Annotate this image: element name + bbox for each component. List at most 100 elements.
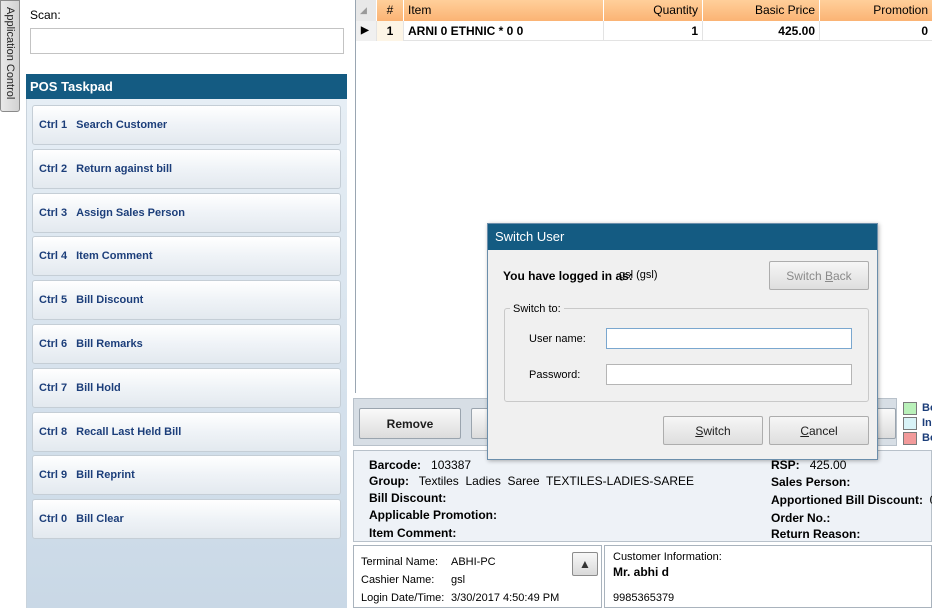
task-bill-remarks-button[interactable]: Ctrl 6 Bill Remarks [32,324,341,364]
task-bill-clear-button[interactable]: Ctrl 0 Bill Clear [32,499,341,539]
task-bill-discount-button[interactable]: Ctrl 5 Bill Discount [32,280,341,320]
logged-in-label: You have logged in as: [503,269,633,283]
legend-label: Bo [922,402,932,414]
task-label: Bill Reprint [76,469,135,481]
task-shortcut: Ctrl 1 [39,119,68,131]
switch-button[interactable]: Switch [663,416,763,445]
cashier-name-value: gsl [451,574,466,586]
legend-item: Bo [903,402,932,416]
pos-taskpad: Ctrl 1 Search Customer Ctrl 2 Return aga… [26,99,347,608]
switch-back-text-post: ack [833,268,852,283]
task-bill-hold-button[interactable]: Ctrl 7 Bill Hold [32,368,341,408]
task-label: Bill Discount [76,294,144,306]
task-shortcut: Ctrl 6 [39,338,68,350]
eject-icon: ▲ [579,557,591,571]
cancel-button[interactable]: Cancel [769,416,869,445]
task-shortcut: Ctrl 9 [39,469,68,481]
legend-swatch [903,417,917,430]
grid-header: ◢ # Item Quantity Basic Price Promotion [356,0,932,21]
task-shortcut: Ctrl 4 [39,250,68,262]
password-input[interactable] [606,364,852,385]
barcode-value: 103387 [431,458,472,472]
task-shortcut: Ctrl 0 [39,513,68,525]
task-item-comment-button[interactable]: Ctrl 4 Item Comment [32,236,341,276]
switch-to-group [504,308,869,402]
color-legend: Bo In Bo [897,398,932,450]
group-label: Group: [369,474,409,488]
barcode-label: Barcode: [369,458,422,472]
customer-info-label: Customer Information: [613,551,722,563]
grid-corner-icon: ◢ [356,0,377,21]
task-shortcut: Ctrl 7 [39,382,68,394]
column-header-quantity[interactable]: Quantity [604,0,703,21]
customer-name: Mr. abhi d [613,565,670,579]
task-label: Bill Clear [76,513,124,525]
login-datetime-value: 3/30/2017 4:50:49 PM [451,592,560,604]
promotion-cell[interactable]: 0 [820,21,932,41]
task-search-customer-button[interactable]: Ctrl 1 Search Customer [32,105,341,145]
cancel-text-post: ancel [808,423,838,438]
rsp-row: RSP: 425.00 [771,458,846,472]
apportioned-row: Apportioned Bill Discount: 0 [771,493,932,507]
bill-discount-label: Bill Discount: [369,491,447,505]
switch-back-text-accel: B [824,268,833,283]
row-indicator-icon: ▶ [356,21,377,41]
remove-button[interactable]: Remove [359,408,461,439]
scan-label: Scan: [30,8,61,22]
column-header-item[interactable]: Item [404,0,604,21]
taskpad-title: POS Taskpad [26,74,347,99]
task-label: Bill Hold [76,382,121,394]
cancel-text-accel: C [800,423,809,438]
task-label: Bill Remarks [76,338,143,350]
order-no-label: Order No.: [771,511,831,525]
row-number-cell: 1 [377,21,404,41]
task-label: Assign Sales Person [76,207,185,219]
task-shortcut: Ctrl 3 [39,207,68,219]
task-recall-last-held-bill-button[interactable]: Ctrl 8 Recall Last Held Bill [32,412,341,452]
legend-item: Bo [903,432,932,446]
dialog-title: Switch User [488,224,877,250]
task-return-against-bill-button[interactable]: Ctrl 2 Return against bill [32,149,341,189]
application-control-tab[interactable]: Application Control [0,0,20,112]
task-assign-sales-person-button[interactable]: Ctrl 3 Assign Sales Person [32,193,341,233]
legend-item: In [903,417,932,431]
item-info-panel: Barcode: 103387 Group: Textiles Ladies S… [353,450,932,542]
customer-panel: Customer Information: Mr. abhi d 9985365… [604,545,932,608]
group-row: Group: Textiles Ladies Saree TEXTILES-LA… [369,474,694,488]
table-row[interactable]: ▶ 1 ARNI 0 ETHNIC * 0 0 1 425.00 0 [356,21,932,41]
legend-label: Bo [922,432,932,444]
terminal-name-label: Terminal Name: [361,556,439,568]
quantity-cell[interactable]: 1 [604,21,703,41]
eject-button[interactable]: ▲ [572,552,598,576]
legend-swatch [903,432,917,445]
column-header-basic-price[interactable]: Basic Price [703,0,820,21]
task-bill-reprint-button[interactable]: Ctrl 9 Bill Reprint [32,455,341,495]
scan-input[interactable] [30,28,344,54]
cashier-name-label: Cashier Name: [361,574,435,586]
switch-back-button[interactable]: Switch Back [769,261,869,290]
username-input[interactable] [606,328,852,349]
column-header-number[interactable]: # [377,0,404,21]
task-shortcut: Ctrl 2 [39,163,68,175]
switch-to-label: Switch to: [510,303,564,315]
item-cell[interactable]: ARNI 0 ETHNIC * 0 0 [404,21,604,41]
switch-user-dialog: Switch User You have logged in as: gsl (… [487,223,878,460]
terminal-panel: Terminal Name: ABHI-PC Cashier Name: gsl… [353,545,602,608]
left-panel: Scan: POS Taskpad Ctrl 1 Search Customer… [24,0,352,608]
terminal-name-value: ABHI-PC [451,556,496,568]
application-control-label: Application Control [4,7,16,100]
apportioned-label: Apportioned Bill Discount: [771,493,923,507]
login-datetime-label: Login Date/Time: [361,592,445,604]
sales-person-label: Sales Person: [771,475,851,489]
password-label: Password: [529,369,581,381]
left-strip [0,112,24,608]
task-label: Return against bill [76,163,173,175]
group-value: Textiles Ladies Saree TEXTILES-LADIES-SA… [418,474,695,488]
column-header-promotion[interactable]: Promotion [820,0,932,21]
basic-price-cell[interactable]: 425.00 [703,21,820,41]
customer-phone: 9985365379 [613,592,675,604]
applicable-promotion-label: Applicable Promotion: [369,508,498,522]
return-reason-label: Return Reason: [771,527,861,541]
task-label: Search Customer [76,119,168,131]
item-comment-label: Item Comment: [369,526,457,540]
